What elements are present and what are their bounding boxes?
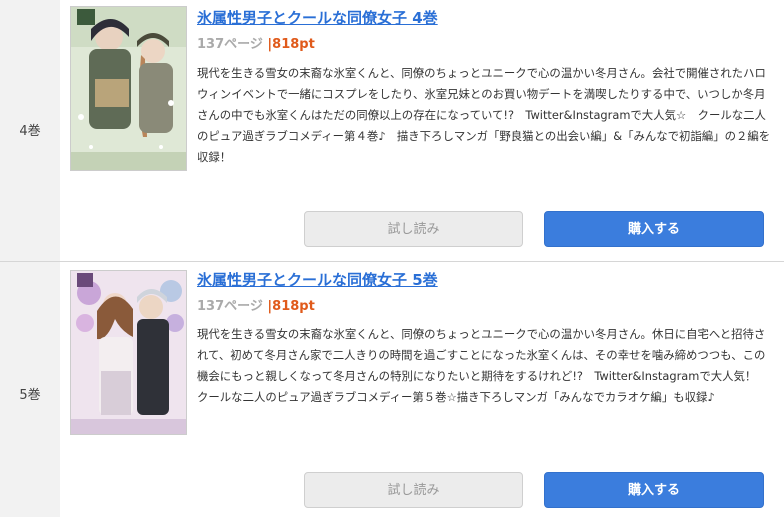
cover-art (71, 7, 186, 170)
volume-label: 4巻 (19, 124, 41, 139)
book-meta: 137ページ |818pt (197, 295, 315, 314)
trial-read-button[interactable]: 試し読み (304, 211, 523, 247)
volume-label: 5巻 (19, 388, 41, 403)
book-title-link[interactable]: 氷属性男子とクールな同僚女子 4巻 (197, 7, 438, 28)
price: 818pt (272, 37, 315, 52)
price: 818pt (272, 299, 315, 314)
page-count: 137ページ (197, 37, 263, 52)
buy-button[interactable]: 購入する (544, 211, 764, 247)
book-description: 現代を生きる雪女の末裔な氷室くんと、同僚のちょっとユニークで心の温かい冬月さん。… (197, 327, 768, 404)
page-count: 137ページ (197, 299, 263, 314)
book-row: 5巻 氷属性男子とクールな同僚女子 5巻 137ページ |818pt 現代を生き… (0, 262, 784, 517)
trial-read-button[interactable]: 試し読み (304, 472, 523, 508)
book-title-link[interactable]: 氷属性男子とクールな同僚女子 5巻 (197, 269, 438, 290)
book-meta: 137ページ |818pt (197, 33, 315, 52)
book-description: 現代を生きる雪女の末裔な氷室くんと、同僚のちょっとユニークで心の温かい冬月さん。… (197, 66, 771, 164)
book-row: 4巻 氷属性男子とクールな同僚女子 4巻 137ページ |818pt 現代を生き… (0, 0, 784, 262)
book-cover-image[interactable] (70, 6, 187, 171)
book-cover-image[interactable] (70, 270, 187, 435)
cover-art (71, 271, 186, 434)
buy-button[interactable]: 購入する (544, 472, 764, 508)
